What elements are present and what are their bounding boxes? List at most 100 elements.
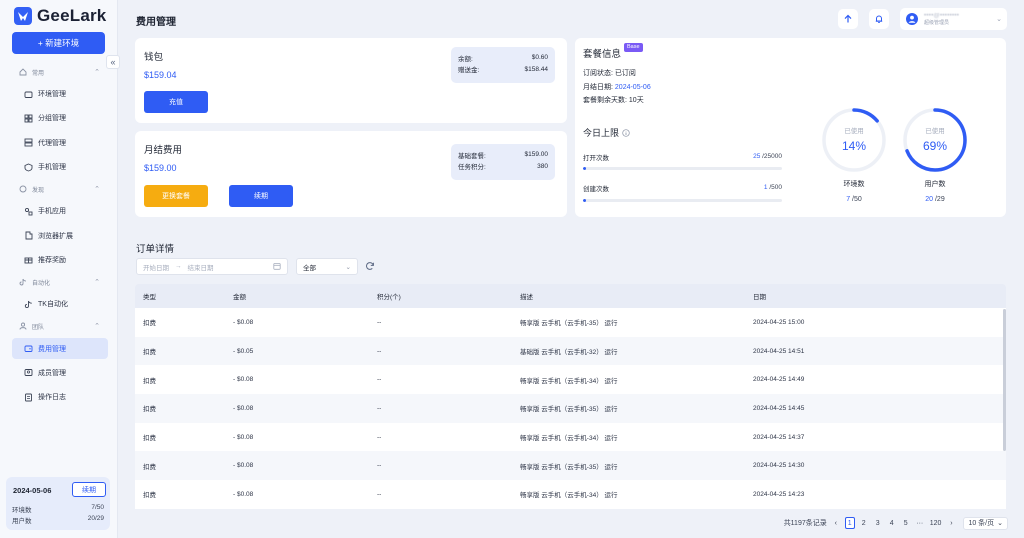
gift-label: 赠送金: [458,67,480,75]
logo[interactable]: GeeLark [14,6,106,26]
more-pages-button[interactable]: ··· [915,517,925,529]
open-count-progress [583,167,782,170]
orders-table: 类型 金额 积分(个) 描述 日期 扣费 - $0.08 -- 畅享版 云手机（… [135,284,1006,509]
cell-description: 畅享版 云手机（云手机-35） 运行 [520,463,618,471]
user-role: 超级管理员 [924,19,950,26]
type-filter-select[interactable]: 全部 ⌄ [296,258,358,275]
column-header-amount: 金额 [233,294,246,301]
sidebar-item-browser-extensions[interactable]: 浏览器扩展 [0,223,118,247]
wallet-amount: $159.04 [144,70,177,80]
page-button[interactable]: 4 [887,517,897,529]
table-row: 扣费 - $0.08 -- 畅享版 云手机（云手机-35） 运行 2024-04… [135,394,1006,423]
chevron-down-icon: ⌄ [996,16,1002,23]
status-value: 已订阅 [614,70,636,77]
nav-group-discover[interactable]: 发现 ⌃ [0,179,118,199]
base-plan-value: $159.00 [524,151,549,159]
user-ring-current: 20 [925,196,934,203]
table-row: 扣费 - $0.08 -- 畅享版 云手机（云手机-35） 运行 2024-04… [135,451,1006,481]
env-ring-name: 环境数 [843,181,865,188]
base-plan-label: 基础套餐: [458,152,486,160]
renew-plan-button[interactable]: 续期 [229,185,293,207]
notifications-button[interactable] [869,9,889,29]
page-button[interactable]: 1 [844,517,855,529]
cell-date: 2024-04-25 14:51 [753,347,805,355]
info-icon[interactable] [622,128,630,137]
page-button[interactable]: 2 [859,517,869,529]
prev-page-button[interactable]: ‹ [831,517,841,529]
folder-icon [24,90,33,99]
plan-user-value: 20/29 [87,515,104,522]
open-count-label: 打开次数 [583,155,609,162]
user-icon [24,368,33,377]
cell-type: 扣费 [143,349,156,357]
sidebar-item-label: 浏览器扩展 [38,232,73,240]
sidebar-item-phone-apps[interactable]: 手机应用 [0,199,118,223]
date-range-picker[interactable]: 开始日期 → 结束日期 [136,258,288,275]
page-button[interactable]: 3 [873,517,883,529]
end-date-input[interactable]: 结束日期 [188,262,214,272]
new-environment-button[interactable]: + 新建环境 [12,32,105,54]
plan-date: 2024-05-06 [13,486,52,495]
monthly-amount: $159.00 [144,163,177,173]
nav-group-label: 自动化 [32,280,51,287]
plan-summary: 2024-05-06 续期 环境数 7/50 用户数 20/29 [6,477,110,530]
page-size-select[interactable]: 10 条/页 ⌄ [963,516,1008,530]
sidebar-item-billing[interactable]: 费用管理 [0,336,118,360]
table-body: 扣费 - $0.08 -- 畅享版 云手机（云手机-35） 运行 2024-04… [135,308,1006,509]
last-page-button[interactable]: 120 [929,517,943,529]
status-label: 订阅状态: [583,70,613,77]
env-ring-total: /50 [850,196,862,203]
table-row: 扣费 - $0.08 -- 畅享版 云手机（云手机-35） 运行 2024-04… [135,308,1006,337]
today-limit-label: 今日上限 [583,128,620,138]
sidebar-item-phones[interactable]: 手机管理 [0,155,118,179]
sidebar-item-label: 成员管理 [38,369,66,377]
start-date-input[interactable]: 开始日期 [143,262,169,272]
tiktok-icon [24,300,33,309]
create-count-total: /500 [767,184,782,191]
change-plan-button[interactable]: 更换套餐 [144,185,208,207]
recharge-button[interactable]: 充值 [144,91,208,113]
column-header-description: 描述 [520,294,533,301]
page-size-value: 10 条/页 [968,520,995,527]
user-used-label: 已使用 [925,126,945,135]
upload-button[interactable] [838,9,858,29]
column-header-type: 类型 [143,294,156,301]
table-header: 类型 金额 积分(个) 描述 日期 [135,284,1006,308]
sidebar-item-referral-rewards[interactable]: 推荐奖励 [0,248,118,272]
table-scrollbar[interactable] [1003,309,1006,451]
user-menu[interactable]: ••••@•••••••• 超级管理员 ⌄ [900,8,1007,30]
create-count-value: 1 /500 [764,184,782,191]
refresh-icon[interactable] [365,261,375,271]
apps-icon [24,207,33,216]
plan-env-label: 环境数 [12,507,32,514]
sidebar-item-label: TK自动化 [38,301,68,309]
chevron-up-icon: ⌃ [94,186,100,194]
cell-amount: - $0.08 [233,376,254,384]
open-count-progress-fill [583,167,586,170]
nav-group-label: 常用 [32,70,45,77]
page-button[interactable]: 5 [901,517,911,529]
wallet-title: 钱包 [144,52,164,63]
env-ring-count: 7 /50 [824,196,884,203]
orders-title: 订单详情 [136,244,175,255]
renew-button[interactable]: 续期 [72,482,106,497]
balance-label: 余额: [458,55,473,63]
remaining-days-value: 10天 [628,97,644,104]
sidebar-item-environments[interactable]: 环境管理 [0,82,118,106]
nav-group-common[interactable]: 常用 ⌃ [0,62,118,82]
sidebar-item-groups[interactable]: 分组管理 [0,106,118,130]
cell-points: -- [377,318,382,326]
cell-description: 基础版 云手机（云手机-32） 运行 [520,349,618,357]
today-limit-title: 今日上限 [583,126,630,139]
nav-group-automation[interactable]: 自动化 ⌃ [0,272,118,292]
sidebar-item-tk-automation[interactable]: TK自动化 [0,292,118,316]
sidebar-item-label: 操作日志 [38,394,66,402]
sidebar-item-members[interactable]: 成员管理 [0,361,118,385]
sidebar-item-operation-log[interactable]: 操作日志 [0,385,118,409]
next-page-button[interactable]: › [946,517,956,529]
type-filter-value: 全部 [303,264,316,272]
remaining-days: 套餐剩余天数: 10天 [583,95,644,105]
sidebar-item-proxies[interactable]: 代理管理 [0,131,118,155]
nav-group-team[interactable]: 团队 ⌃ [0,316,118,336]
cell-description: 畅享版 云手机（云手机-34） 运行 [520,377,618,385]
